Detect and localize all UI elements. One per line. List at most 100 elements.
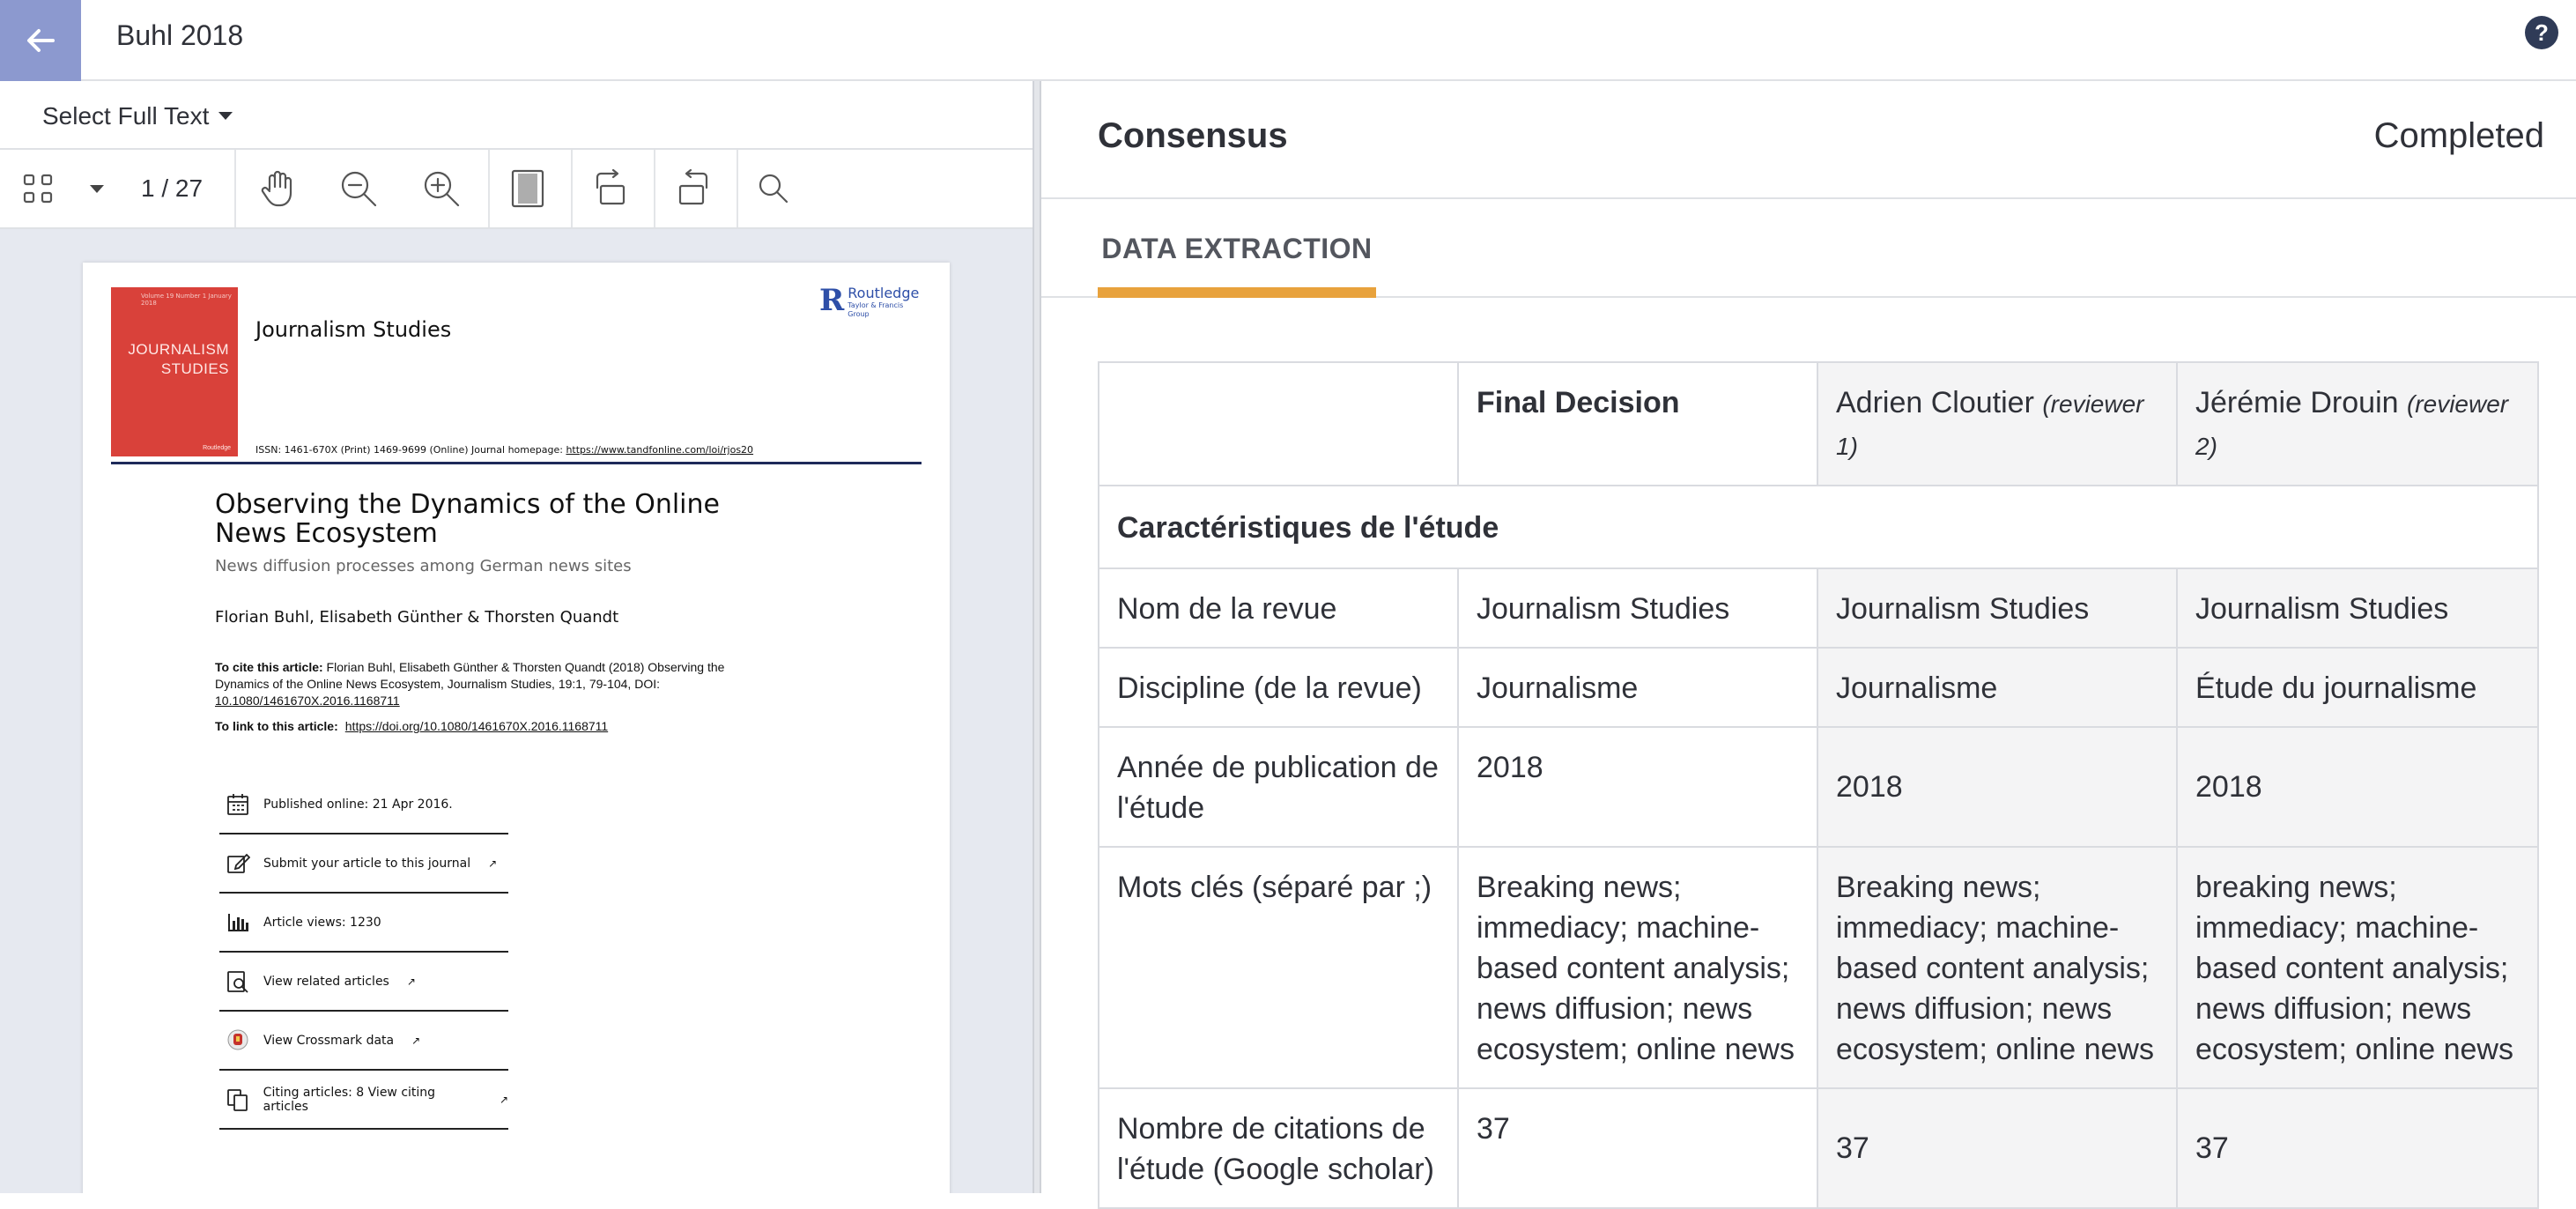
final-decision-cell[interactable]: Breaking news; immediacy; machine-based … [1457, 846, 1818, 1089]
routledge-r-icon: R [819, 283, 845, 318]
list-item: Article views: 1230 [219, 894, 508, 953]
table-row: Nom de la revue Journalism Studies Journ… [1098, 567, 2539, 649]
header-final-decision: Final Decision [1457, 361, 1818, 486]
tab-data-extraction[interactable]: DATA EXTRACTION [1098, 199, 1376, 298]
issn-text: ISSN: 1461-670X (Print) 1469-9699 (Onlin… [255, 444, 566, 456]
consensus-pane: Consensus Completed DATA EXTRACTION Fina… [1041, 81, 2576, 1209]
final-decision-cell[interactable]: 37 [1457, 1087, 1818, 1209]
search-button[interactable] [745, 150, 802, 227]
crossmark-link[interactable]: View Crossmark data [263, 1034, 394, 1048]
reviewer-1-cell: Journalisme [1817, 647, 2178, 728]
article-views-text: Article views: 1230 [263, 915, 381, 930]
publisher-name: Routledge [848, 285, 920, 301]
row-label: Discipline (de la revue) [1098, 647, 1459, 728]
reviewer-1-cell: 2018 [1817, 726, 2178, 848]
toolbar-divider [571, 150, 573, 227]
issn-line: ISSN: 1461-670X (Print) 1469-9699 (Onlin… [255, 444, 753, 456]
data-extraction-table: Final Decision Adrien Cloutier (reviewer… [1098, 361, 2539, 1209]
reviewer-1-cell: Breaking news; immediacy; machine-based … [1817, 846, 2178, 1089]
pdf-viewer-pane: Select Full Text 1 / 27 Volume 19 Number… [0, 81, 1033, 1193]
list-item: Published online: 21 Apr 2016. [219, 775, 508, 834]
tab-bar: DATA EXTRACTION [1041, 199, 2576, 298]
citing-articles-link[interactable]: Citing articles: 8 View citing articles [263, 1086, 482, 1114]
publisher-subtitle: Taylor & Francis Group [848, 301, 904, 318]
final-decision-cell[interactable]: Journalisme [1457, 647, 1818, 728]
cover-volume-text: Volume 19 Number 1 January 2018 [141, 293, 232, 307]
header-reviewer-2: Jérémie Drouin (reviewer 2) [2176, 361, 2539, 486]
final-decision-cell[interactable]: 2018 [1457, 726, 1818, 848]
fit-page-icon [511, 169, 544, 208]
zoom-in-button[interactable] [411, 150, 472, 227]
row-label: Nombre de citations de l'étude (Google s… [1098, 1087, 1459, 1209]
zoom-in-icon [424, 171, 460, 207]
reviewer-2-name: Jérémie Drouin [2195, 386, 2399, 419]
list-item[interactable]: Citing articles: 8 View citing articles … [219, 1071, 508, 1130]
grid-icon [23, 174, 53, 204]
journal-name: Journalism Studies [255, 317, 452, 342]
select-full-text-label: Select Full Text [42, 102, 210, 130]
article-doi-link[interactable]: https://doi.org/10.1080/1461670X.2016.11… [345, 719, 608, 733]
row-label: Année de publication de l'étude [1098, 726, 1459, 848]
cite-doi-link[interactable]: 10.1080/1461670X.2016.1168711 [215, 694, 400, 708]
header-reviewer-1: Adrien Cloutier (reviewer 1) [1817, 361, 2178, 486]
toolbar-divider [234, 150, 236, 227]
toolbar-divider [737, 150, 738, 227]
link-label: To link to this article: [215, 719, 338, 733]
pdf-page: Volume 19 Number 1 January 2018 JOURNALI… [83, 263, 950, 1193]
back-button[interactable] [0, 0, 81, 81]
related-search-icon [225, 968, 251, 995]
section-row: Caractéristiques de l'étude [1098, 485, 2539, 569]
thumbnails-button[interactable] [16, 150, 60, 227]
data-extraction-table-wrapper: Final Decision Adrien Cloutier (reviewer… [1098, 361, 2539, 1209]
reviewer-2-cell: 2018 [2176, 726, 2539, 848]
cover-publisher: Routledge [203, 445, 231, 451]
bar-chart-icon [225, 909, 251, 936]
journal-homepage-link[interactable]: https://www.tandfonline.com/loi/rjos20 [566, 444, 753, 456]
list-item[interactable]: Submit your article to this journal ↗ [219, 834, 508, 894]
reviewer-1-name: Adrien Cloutier [1836, 386, 2034, 419]
header-empty-cell [1098, 361, 1459, 486]
calendar-icon [225, 791, 251, 818]
citation-block: To cite this article: Florian Buhl, Elis… [215, 659, 779, 709]
row-label: Nom de la revue [1098, 567, 1459, 649]
rotate-clockwise-icon [596, 168, 625, 205]
reviewer-2-cell: Étude du journalisme [2176, 647, 2539, 728]
table-row: Nombre de citations de l'étude (Google s… [1098, 1087, 2539, 1209]
table-row: Discipline (de la revue) Journalisme Jou… [1098, 647, 2539, 728]
help-icon[interactable]: ? [2525, 16, 2558, 49]
article-title: Observing the Dynamics of the Online New… [215, 489, 720, 549]
rotate-counterclockwise-button[interactable] [663, 150, 724, 227]
hand-icon [261, 170, 292, 207]
zoom-out-button[interactable] [328, 150, 389, 227]
external-link-icon: ↗ [411, 1034, 421, 1047]
page-indicator[interactable]: 1 / 27 [141, 150, 203, 227]
submit-article-link[interactable]: Submit your article to this journal [263, 857, 470, 871]
status-label: Completed [2373, 116, 2544, 155]
reviewer-2-cell: Journalism Studies [2176, 567, 2539, 649]
list-item[interactable]: View Crossmark data ↗ [219, 1012, 508, 1071]
crossmark-icon [225, 1027, 251, 1054]
consensus-title: Consensus [1098, 116, 1288, 155]
fit-page-button[interactable] [497, 150, 559, 227]
pdf-canvas[interactable]: Volume 19 Number 1 January 2018 JOURNALI… [0, 229, 1033, 1193]
select-full-text-dropdown[interactable]: Select Full Text [42, 99, 233, 134]
final-decision-cell[interactable]: Journalism Studies [1457, 567, 1818, 649]
pan-tool-button[interactable] [247, 150, 308, 227]
thumbnails-dropdown[interactable] [81, 150, 113, 227]
rotate-clockwise-button[interactable] [580, 150, 641, 227]
reviewer-1-cell: 37 [1817, 1087, 2178, 1209]
table-row: Mots clés (séparé par ;) Breaking news; … [1098, 846, 2539, 1089]
pane-resize-handle[interactable] [1033, 81, 1041, 1193]
section-title: Caractéristiques de l'étude [1098, 485, 2539, 569]
reviewer-2-cell: breaking news; immediacy; machine-based … [2176, 846, 2539, 1089]
caret-down-icon [90, 184, 104, 193]
article-link-line: To link to this article: https://doi.org/… [215, 719, 608, 733]
article-info-list: Published online: 21 Apr 2016. Submit yo… [219, 775, 508, 1130]
cite-label: To cite this article: [215, 660, 323, 674]
list-item[interactable]: View related articles ↗ [219, 953, 508, 1012]
external-link-icon: ↗ [488, 857, 498, 870]
related-articles-link[interactable]: View related articles [263, 975, 389, 989]
row-label: Mots clés (séparé par ;) [1098, 846, 1459, 1089]
journal-cover-image: Volume 19 Number 1 January 2018 JOURNALI… [111, 287, 238, 456]
consensus-header: Consensus Completed [1041, 81, 2576, 199]
